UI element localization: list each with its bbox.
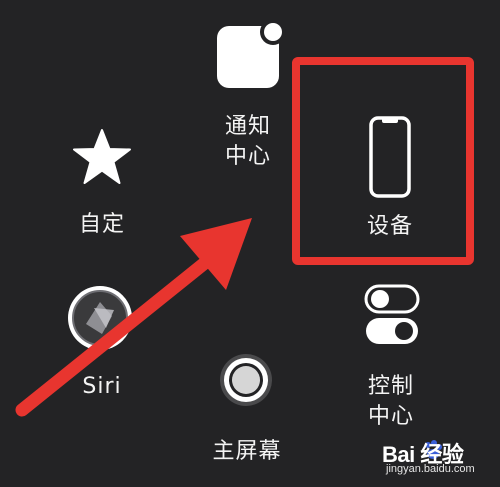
watermark-url: jingyan.baidu.com: [386, 463, 475, 475]
arrow-annotation-icon: [15, 218, 252, 417]
baidu-watermark: Bai 经验 jingyan.baidu.com: [364, 437, 492, 481]
assistive-touch-menu: 通知 中心 自定 设备 Siri 主屏幕 控制 中心 Bai 经验 jingya…: [0, 0, 500, 487]
